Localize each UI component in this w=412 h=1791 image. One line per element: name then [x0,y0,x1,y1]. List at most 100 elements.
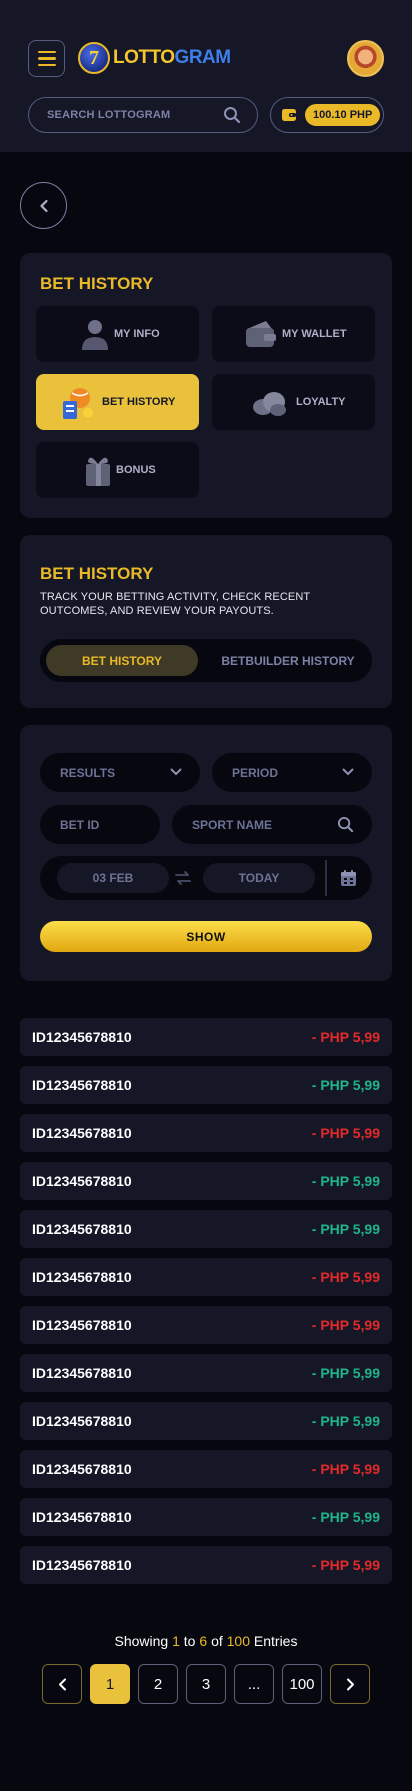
search-input[interactable]: SEARCH LOTTOGRAM [28,97,258,133]
chevron-right-icon [346,1678,354,1690]
bet-amount: - PHP 5,99 [311,1461,380,1477]
bonus-icon [86,457,110,486]
menu-tile-bonus[interactable]: BONUS [36,442,199,498]
results-select-label: RESULTS [60,765,116,780]
bet-id: ID12345678810 [32,1317,132,1333]
filter-card: RESULTS PERIOD BET ID SPORT NAME 03 FEB … [20,725,392,981]
bet-history-description: TRACK YOUR BETTING ACTIVITY, CHECK RECEN… [40,591,310,617]
menu-tile-label: BET HISTORY [102,396,176,408]
bet-row[interactable]: ID12345678810 - PHP 5,99 [20,1066,392,1104]
user-avatar[interactable] [347,40,384,77]
results-select[interactable]: RESULTS [40,753,200,792]
bet-amount: - PHP 5,99 [311,1509,380,1525]
bet-id: ID12345678810 [32,1557,132,1573]
search-icon[interactable] [337,816,354,833]
user-icon [82,320,108,350]
sport-name-input[interactable]: SPORT NAME [172,805,372,844]
page-button-3[interactable]: 3 [186,1664,226,1704]
bet-amount: - PHP 5,99 [311,1365,380,1381]
bet-amount: - PHP 5,99 [311,1221,380,1237]
wallet-icon [246,321,276,347]
bet-row[interactable]: ID12345678810 - PHP 5,99 [20,1258,392,1296]
balance-badge: 100.10 PHP [305,104,381,126]
bet-id: ID12345678810 [32,1029,132,1045]
divider [325,860,327,896]
bet-row[interactable]: ID12345678810 - PHP 5,99 [20,1162,392,1200]
bet-id: ID12345678810 [32,1077,132,1093]
bet-id-input[interactable]: BET ID [40,805,160,844]
swap-arrows-icon [175,871,191,885]
bet-history-card: BET HISTORY TRACK YOUR BETTING ACTIVITY,… [20,535,392,708]
back-button[interactable] [20,182,67,229]
bet-id: ID12345678810 [32,1125,132,1141]
page-button-2[interactable]: 2 [138,1664,178,1704]
tab-betbuilder-history[interactable]: BETBUILDER HISTORY [212,645,364,676]
period-select-label: PERIOD [232,765,279,780]
logo-text: LOTTOGRAM [113,47,231,68]
date-range: 03 FEB TODAY [40,856,372,900]
tab-bet-history[interactable]: BET HISTORY [46,645,198,676]
date-from[interactable]: 03 FEB [57,863,169,893]
bet-row[interactable]: ID12345678810 - PHP 5,99 [20,1114,392,1152]
page-button-100[interactable]: 100 [282,1664,322,1704]
chevron-left-icon [58,1678,66,1690]
logo-seven-icon: 7 [78,42,110,74]
bet-id: ID12345678810 [32,1413,132,1429]
bet-id: ID12345678810 [32,1365,132,1381]
menu-icon-bar [37,63,56,67]
account-menu-card: BET HISTORY MY INFO MY WALLET BET HISTOR… [20,253,392,518]
search-placeholder: SEARCH LOTTOGRAM [47,109,171,121]
bet-row[interactable]: ID12345678810 - PHP 5,99 [20,1498,392,1536]
menu-tile-my-info[interactable]: MY INFO [36,306,199,362]
bet-amount: - PHP 5,99 [311,1125,380,1141]
wallet-balance[interactable]: 100.10 PHP [270,97,384,133]
menu-tile-label: MY WALLET [282,328,347,340]
menu-icon-bar [37,57,56,60]
calendar-icon[interactable] [340,869,357,887]
search-icon[interactable] [223,106,241,124]
bet-amount: - PHP 5,99 [311,1413,380,1429]
bet-amount: - PHP 5,99 [311,1077,380,1093]
lottogram-logo[interactable]: 7 LOTTOGRAM [78,42,231,74]
page-button-1[interactable]: 1 [90,1664,130,1704]
menu-tile-loyalty[interactable]: LOYALTY [212,374,375,430]
menu-tile-label: LOYALTY [296,396,346,408]
entries-summary: Showing 1 to 6 of 100 Entries [114,1633,298,1649]
chevron-left-icon [39,199,48,212]
chevron-down-icon [342,768,354,776]
bet-history-title: BET HISTORY [40,564,154,583]
bet-row[interactable]: ID12345678810 - PHP 5,99 [20,1450,392,1488]
bet-id: ID12345678810 [32,1509,132,1525]
wallet-icon [282,109,296,121]
bet-row[interactable]: ID12345678810 - PHP 5,99 [20,1210,392,1248]
bet-id: ID12345678810 [32,1269,132,1285]
prev-page-button[interactable] [42,1664,82,1704]
menu-tile-bet-history[interactable]: BET HISTORY [36,374,199,430]
date-to[interactable]: TODAY [203,863,315,893]
bet-row[interactable]: ID12345678810 - PHP 5,99 [20,1402,392,1440]
period-select[interactable]: PERIOD [212,753,372,792]
sport-name-placeholder: SPORT NAME [192,817,273,832]
bet-row[interactable]: ID12345678810 - PHP 5,99 [20,1018,392,1056]
bet-amount: - PHP 5,99 [311,1317,380,1333]
menu-icon-bar [37,50,56,54]
loyalty-icon [253,392,286,416]
hamburger-menu-button[interactable] [28,40,65,77]
menu-tile-label: BONUS [116,464,156,476]
bet-id: ID12345678810 [32,1221,132,1237]
menu-tile-my-wallet[interactable]: MY WALLET [212,306,375,362]
bet-amount: - PHP 5,99 [311,1029,380,1045]
next-page-button[interactable] [330,1664,370,1704]
bet-row[interactable]: ID12345678810 - PHP 5,99 [20,1354,392,1392]
history-tab-toggle: BET HISTORY BETBUILDER HISTORY [40,639,372,682]
chevron-down-icon [170,768,182,776]
top-header: 7 LOTTOGRAM SEARCH LOTTOGRAM 100.10 PHP [0,0,412,152]
bet-amount: - PHP 5,99 [311,1173,380,1189]
page-ellipsis[interactable]: ... [234,1664,274,1704]
bet-amount: - PHP 5,99 [311,1557,380,1573]
bet-id-placeholder: BET ID [60,817,100,832]
show-button[interactable]: SHOW [40,921,372,952]
bet-row[interactable]: ID12345678810 - PHP 5,99 [20,1546,392,1584]
bet-row[interactable]: ID12345678810 - PHP 5,99 [20,1306,392,1344]
bet-history-icon [63,388,93,419]
